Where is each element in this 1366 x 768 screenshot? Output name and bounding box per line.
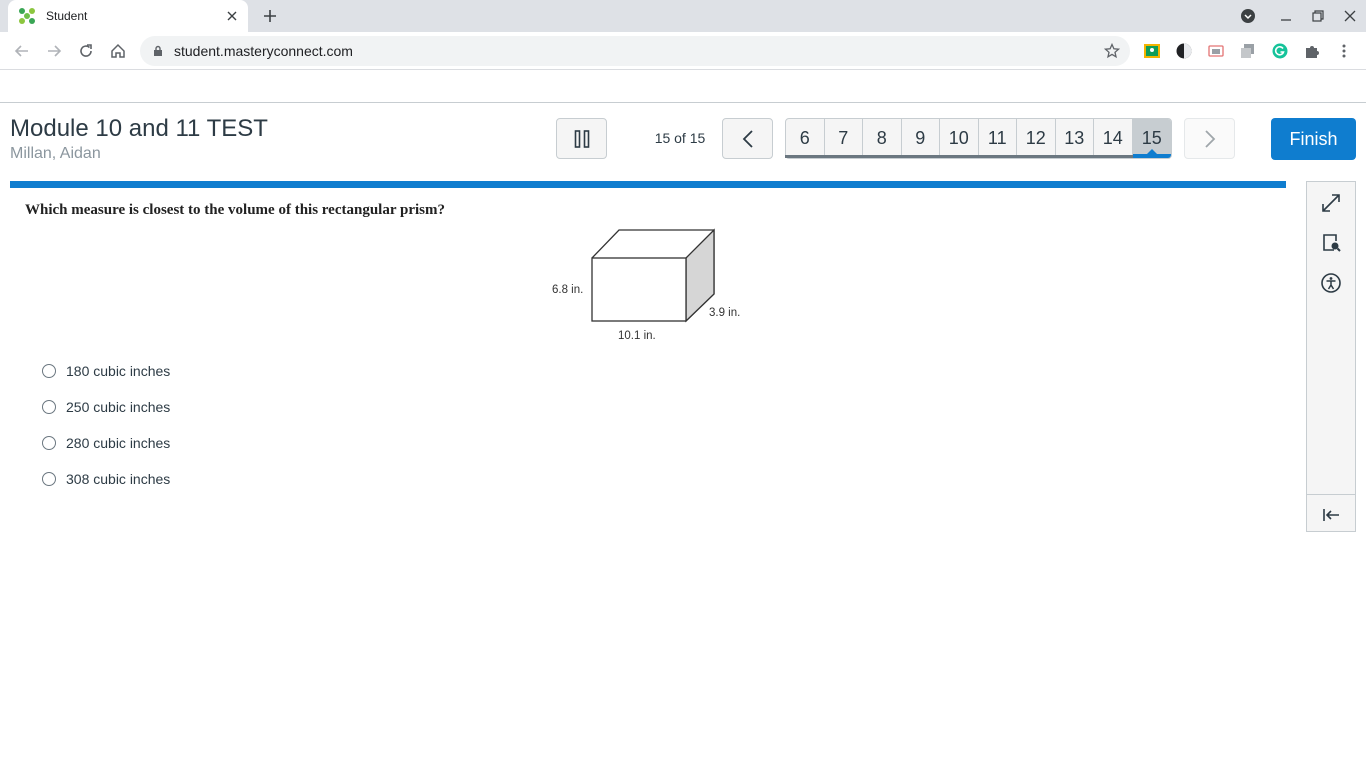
question-nav-item-14[interactable]: 14 (1094, 119, 1133, 158)
back-icon[interactable] (12, 41, 32, 61)
address-bar[interactable]: student.masteryconnect.com (140, 36, 1130, 66)
magnifier-document-icon (1323, 234, 1341, 252)
home-icon[interactable] (108, 41, 128, 61)
previous-question-button[interactable] (722, 118, 773, 159)
collapse-panel-icon (1323, 509, 1339, 521)
question-prompt: Which measure is closest to the volume o… (25, 202, 445, 218)
choice-label: 250 cubic inches (66, 399, 171, 415)
magnifier-button[interactable] (1307, 223, 1355, 263)
height-label: 6.8 in. (552, 284, 583, 296)
tool-panel (1306, 181, 1356, 532)
chevron-right-icon (1204, 129, 1215, 148)
bookmark-star-icon[interactable] (1104, 43, 1120, 59)
pause-icon (574, 129, 589, 148)
copy-extension-icon[interactable] (1239, 42, 1257, 60)
close-window-icon[interactable] (1340, 6, 1360, 26)
chevron-left-icon (742, 129, 753, 148)
lock-icon (154, 45, 162, 56)
question-nav-item-15[interactable]: 15 (1132, 119, 1171, 158)
next-question-button[interactable] (1184, 118, 1235, 159)
question-nav-item-12[interactable]: 12 (1017, 119, 1056, 158)
browser-toolbar: student.masteryconnect.com (0, 32, 1366, 70)
radio-button[interactable] (42, 364, 56, 378)
restore-icon[interactable] (1308, 6, 1328, 26)
prism-drawing (591, 228, 715, 323)
screenshot-extension-icon[interactable] (1207, 42, 1225, 60)
rectangular-prism-figure: 6.8 in. 3.9 in. 10.1 in. (552, 228, 740, 342)
bookmarks-bar (0, 71, 1366, 103)
question-navigator: 6 7 8 9 10 11 12 13 14 15 (785, 118, 1172, 159)
expand-icon (1322, 194, 1340, 212)
choice-label: 280 cubic inches (66, 435, 171, 451)
finish-button[interactable]: Finish (1271, 118, 1356, 160)
answer-choice-3[interactable]: 280 cubic inches (42, 433, 170, 453)
minimize-icon[interactable] (1276, 6, 1296, 26)
choice-label: 308 cubic inches (66, 471, 171, 487)
width-label: 10.1 in. (618, 330, 656, 342)
pause-button[interactable] (556, 118, 607, 159)
question-nav-item-9[interactable]: 9 (902, 119, 940, 158)
depth-label: 3.9 in. (709, 307, 740, 319)
answer-choice-1[interactable]: 180 cubic inches (42, 361, 170, 381)
new-tab-icon[interactable] (260, 6, 280, 26)
question-nav-item-8[interactable]: 8 (863, 119, 902, 158)
tab-search-icon[interactable] (1238, 6, 1258, 26)
browser-menu-icon[interactable] (1335, 42, 1353, 60)
dark-mode-extension-icon[interactable] (1175, 42, 1193, 60)
browser-tabstrip: Student (0, 0, 1366, 32)
browser-tab[interactable]: Student (8, 0, 248, 32)
accessibility-icon (1321, 273, 1341, 293)
answer-choice-2[interactable]: 250 cubic inches (42, 397, 170, 417)
test-title: Module 10 and 11 TEST (10, 115, 268, 142)
question-nav-item-10[interactable]: 10 (940, 119, 979, 158)
radio-button[interactable] (42, 436, 56, 450)
tab-title: Student (46, 9, 88, 23)
question-nav-item-11[interactable]: 11 (979, 119, 1017, 158)
accessibility-button[interactable] (1307, 263, 1355, 303)
forward-icon[interactable] (44, 41, 64, 61)
student-name: Millan, Aidan (10, 145, 101, 162)
collapse-panel-button[interactable] (1307, 495, 1355, 535)
question-navigator-underline (785, 155, 1133, 158)
extensions-puzzle-icon[interactable] (1303, 42, 1321, 60)
google-classroom-extension-icon[interactable] (1143, 42, 1161, 60)
question-nav-item-13[interactable]: 13 (1056, 119, 1094, 158)
choice-label: 180 cubic inches (66, 363, 171, 379)
question-progress: 15 of 15 (654, 130, 706, 146)
url-text: student.masteryconnect.com (174, 43, 353, 59)
tab-close-icon[interactable] (224, 8, 240, 24)
radio-button[interactable] (42, 472, 56, 486)
grammarly-extension-icon[interactable] (1271, 42, 1289, 60)
masteryconnect-favicon-icon (19, 8, 35, 24)
question-nav-item-7[interactable]: 7 (825, 119, 863, 158)
test-progress-bar (10, 181, 1286, 188)
question-nav-item-6[interactable]: 6 (786, 119, 825, 158)
reload-icon[interactable] (76, 41, 96, 61)
answer-choice-4[interactable]: 308 cubic inches (42, 469, 170, 489)
radio-button[interactable] (42, 400, 56, 414)
expand-button[interactable] (1307, 183, 1355, 223)
